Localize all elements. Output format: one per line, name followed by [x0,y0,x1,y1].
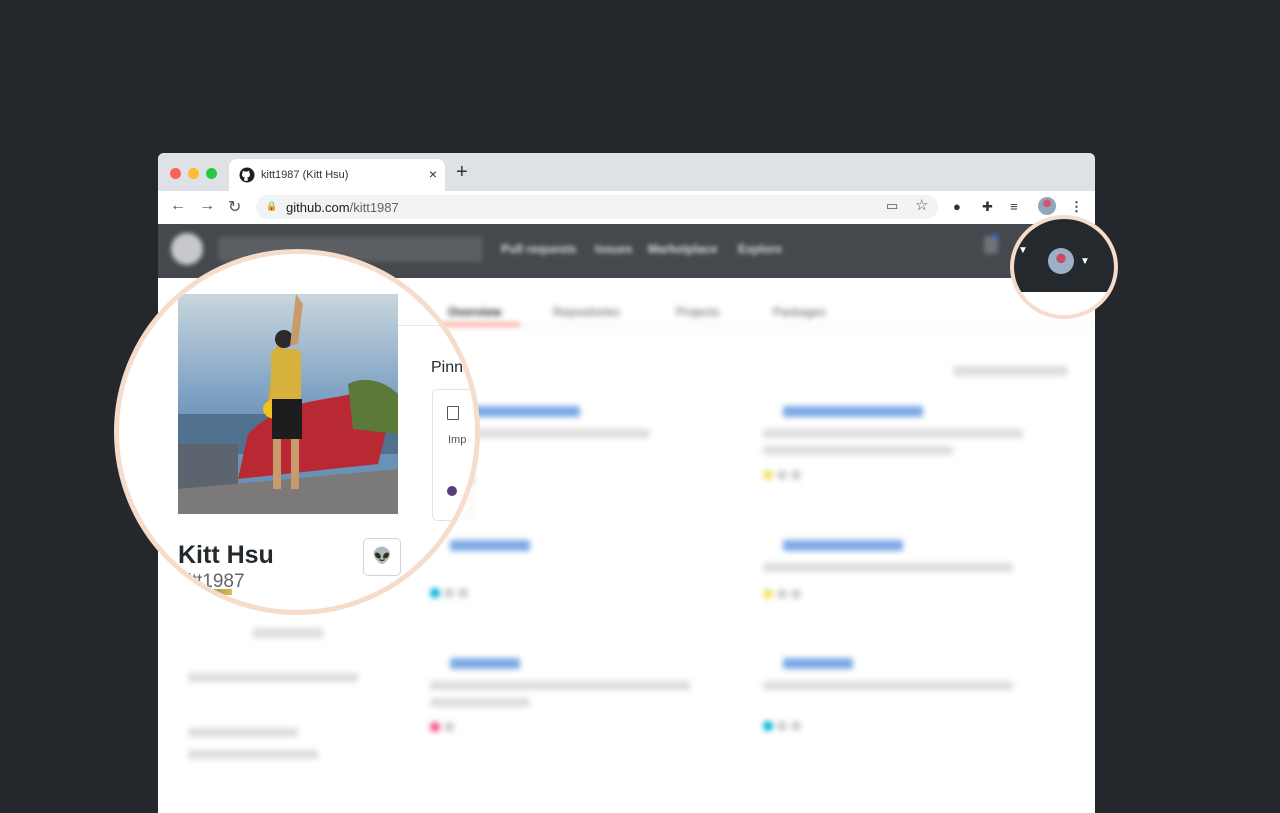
close-window-button[interactable] [170,168,181,179]
profile-avatar-icon[interactable] [1038,197,1056,215]
profile-full-name: Kitt Hsu [178,541,274,569]
magnifier-header-avatar: ▼ ▼ [1010,215,1118,319]
tab-title: kitt1987 (Kitt Hsu) [261,169,349,181]
tab-projects[interactable]: Projects [676,305,719,319]
nav-explore[interactable]: Explore [738,242,782,256]
pinned-card-6[interactable] [763,658,1053,732]
reload-icon[interactable]: ↻ [228,197,241,217]
nav-marketplace[interactable]: Marketplace [648,242,717,256]
user-menu-caret-icon[interactable]: ▼ [1080,256,1090,267]
more-menu-icon[interactable]: ⋮ [1070,199,1083,215]
language-color-dot [447,486,457,496]
edit-profile-button[interactable] [253,628,323,638]
alien-status-icon: 👽 [372,548,392,565]
notification-indicator [992,234,998,240]
nav-issues[interactable]: Issues [595,242,632,256]
media-queue-icon[interactable]: ≡ [1010,199,1018,214]
extensions-puzzle-icon[interactable]: ✚ [982,199,993,215]
nav-pull-requests[interactable]: Pull requests [501,242,576,256]
create-new-caret-icon[interactable]: ▼ [1018,245,1028,256]
back-icon[interactable]: ← [170,197,186,215]
status-emoji-button[interactable]: 👽 [363,538,401,576]
pinned-card-1-description: Imp [448,434,467,446]
new-tab-button[interactable]: + [456,161,468,184]
tab-packages[interactable]: Packages [773,305,826,319]
followers-following[interactable] [188,673,358,682]
tab-close-icon[interactable]: × [429,166,437,182]
forward-icon[interactable]: → [199,197,215,215]
pinned-card-3[interactable] [430,540,720,599]
pinned-card-1[interactable] [450,406,710,486]
lock-icon: 🔒 [266,201,278,211]
profile-avatar[interactable] [178,294,398,514]
user-avatar-icon[interactable] [1048,248,1074,274]
achievement-badges [192,589,232,595]
pinned-card-4[interactable] [763,540,1053,600]
maximize-window-button[interactable] [206,168,217,179]
customize-pins-link[interactable] [953,366,1068,376]
cast-icon[interactable]: ▭ [886,198,898,214]
magnifier-profile: Kitt Hsu kitt1987 👽 Pinned Imp [114,249,480,615]
pinned-card-5[interactable] [430,658,720,733]
tab-strip: kitt1987 (Kitt Hsu) × + [158,153,1095,191]
repo-icon [447,406,459,420]
pinned-heading: Pinned [431,359,480,376]
pinned-card-1-magnified[interactable]: Imp [432,389,475,521]
github-icon [239,167,255,183]
bookmark-star-icon[interactable]: ☆ [915,196,928,214]
pinned-card-2[interactable] [763,406,1053,481]
tab-repositories[interactable]: Repositories [553,305,620,319]
email-link[interactable] [188,750,318,759]
tab-overview[interactable]: Overview [448,305,501,319]
octocat-extension-icon[interactable]: ● [953,199,961,214]
minimize-window-button[interactable] [188,168,199,179]
url-text: github.com/kitt1987 [286,200,399,215]
address-bar[interactable]: 🔒 github.com/kitt1987 ▭ ☆ [256,195,938,219]
browser-tab[interactable]: kitt1987 (Kitt Hsu) × [229,159,445,191]
browser-toolbar: ← → ↻ 🔒 github.com/kitt1987 ▭ ☆ ● ✚ ≡ ⋮ [158,191,1095,224]
location-text [188,728,298,737]
